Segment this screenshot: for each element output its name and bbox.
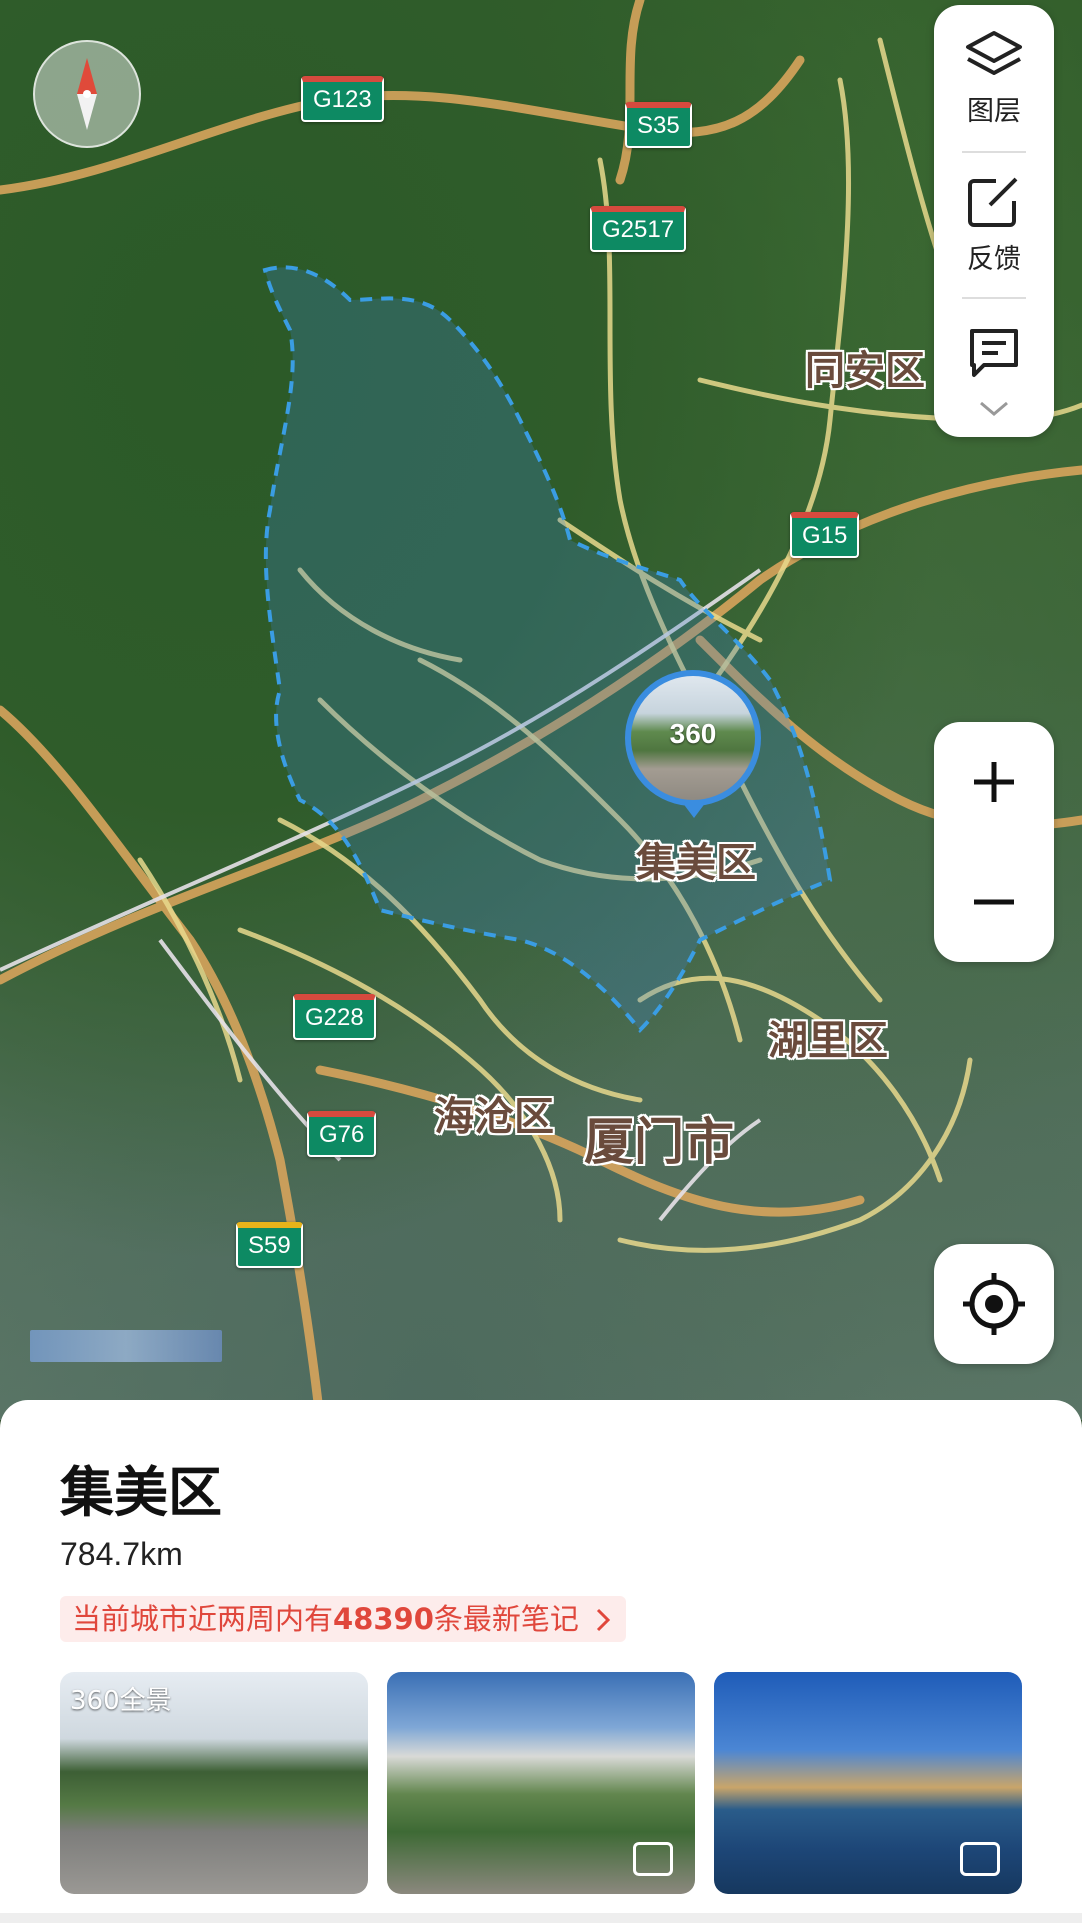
- highway-shield: G123: [301, 76, 384, 122]
- distance-text: 784.7km: [60, 1536, 183, 1572]
- road-network: [0, 0, 1082, 1420]
- crosshair-icon: [963, 1273, 1025, 1335]
- bottom-edge: [0, 1913, 1082, 1923]
- zoom-in-button[interactable]: [934, 722, 1054, 842]
- panorama-pin[interactable]: 360: [625, 670, 761, 806]
- expand-toolbar-button[interactable]: [934, 399, 1054, 423]
- layers-icon: [966, 31, 1022, 75]
- photo-waterfront[interactable]: [714, 1672, 1022, 1894]
- map-toolbar: 图层 反馈: [934, 5, 1054, 437]
- layers-label: 图层: [967, 96, 1021, 127]
- scale-bar: [30, 1330, 222, 1362]
- notes-count: 48390: [333, 1602, 434, 1636]
- place-detail-sheet[interactable]: 集美区 784.7km 当前城市近两周内有48390条最新笔记 360全景: [0, 1400, 1082, 1923]
- district-label-jimei[interactable]: 集美区: [636, 830, 756, 888]
- highway-shield: S35: [625, 102, 692, 148]
- pin-pointer: [682, 802, 706, 818]
- highway-shield: G76: [307, 1111, 377, 1157]
- compass-button[interactable]: [33, 40, 141, 148]
- panorama-badge: 360全景: [70, 1686, 172, 1716]
- city-label-xiamen[interactable]: 厦门市: [584, 1102, 734, 1174]
- image-icon: [960, 1842, 1000, 1876]
- image-icon: [633, 1842, 673, 1876]
- minus-icon: [974, 899, 1014, 905]
- district-label-tongan[interactable]: 同安区: [805, 338, 925, 396]
- chevron-down-icon: [980, 401, 1008, 416]
- photo-panorama[interactable]: 360全景: [60, 1672, 368, 1894]
- highway-shield: S59: [236, 1222, 303, 1268]
- photo-gate[interactable]: [387, 1672, 695, 1894]
- notes-prefix: 当前城市近两周内有: [72, 1602, 334, 1636]
- highway-shield: G2517: [590, 206, 687, 252]
- zoom-out-button[interactable]: [934, 842, 1054, 962]
- pano-360-label: 360: [669, 718, 717, 749]
- compass-icon: [77, 58, 97, 130]
- zoom-control: [934, 722, 1054, 962]
- district-boundary: [262, 265, 833, 1033]
- district-label-huli[interactable]: 湖里区: [768, 1008, 888, 1066]
- notes-banner[interactable]: 当前城市近两周内有48390条最新笔记: [60, 1596, 627, 1642]
- highway-shield: G228: [293, 994, 376, 1040]
- feedback-label: 反馈: [967, 244, 1021, 275]
- layers-button[interactable]: 图层: [934, 29, 1054, 128]
- place-title: 集美区: [60, 1461, 222, 1524]
- divider: [962, 297, 1026, 299]
- feedback-button[interactable]: 反馈: [934, 175, 1054, 276]
- plus-icon: [974, 762, 1014, 802]
- locate-button[interactable]: [934, 1244, 1054, 1364]
- divider: [962, 151, 1026, 153]
- notes-suffix: 条最新笔记: [433, 1602, 579, 1636]
- notes-button[interactable]: [934, 325, 1054, 383]
- district-label-haicang[interactable]: 海沧区: [434, 1084, 554, 1142]
- edit-icon: [968, 177, 1018, 227]
- chevron-right-icon: [597, 1608, 611, 1632]
- message-icon: [970, 329, 1018, 377]
- map-view[interactable]: G123 S35 G2517 G15 G228 G76 S59 同安区 集美区 …: [0, 0, 1082, 1420]
- highway-shield: G15: [790, 512, 860, 558]
